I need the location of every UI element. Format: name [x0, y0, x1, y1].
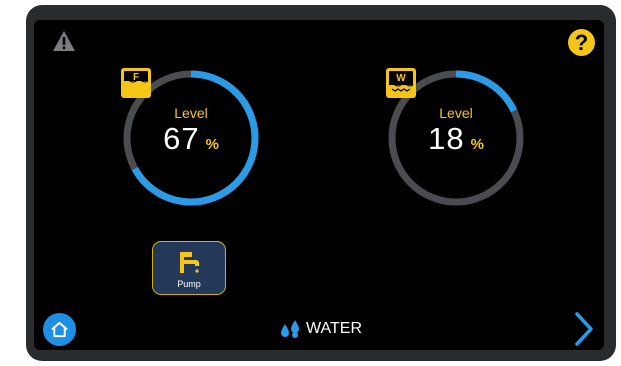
help-icon[interactable]: ? — [568, 29, 595, 56]
gauge-unit: % — [470, 136, 484, 153]
gauge-label: Level — [174, 105, 208, 121]
chevron-right-icon[interactable] — [572, 310, 596, 348]
faucet-icon — [180, 252, 199, 273]
waste-water-level-gauge: Level 18% W — [385, 67, 527, 209]
gauge-value: 67% — [120, 121, 262, 157]
waste-water-tank-icon: W — [386, 68, 416, 98]
gauge-value-number: 67 — [163, 121, 200, 156]
gauge-value: 18% — [385, 121, 527, 157]
gauge-value-number: 18 — [428, 121, 465, 156]
pump-label: Pump — [177, 279, 201, 289]
home-icon — [51, 321, 68, 338]
tank-letter: W — [396, 73, 406, 84]
water-drops-icon — [281, 320, 299, 338]
tank-letter: F — [133, 72, 139, 83]
page-title: WATER — [279, 319, 362, 339]
fresh-water-level-gauge: Level 67% F — [120, 67, 262, 209]
pump-button[interactable]: Pump — [152, 241, 226, 295]
page-title-text: WATER — [306, 320, 362, 337]
fresh-water-tank-icon: F — [121, 68, 151, 98]
display-screen: ? Level 67% F Level 18% W Pump WATER — [34, 20, 604, 350]
gauge-unit: % — [205, 136, 219, 153]
home-button[interactable] — [43, 313, 76, 346]
gauge-label: Level — [439, 105, 473, 121]
warning-icon[interactable] — [52, 30, 76, 52]
